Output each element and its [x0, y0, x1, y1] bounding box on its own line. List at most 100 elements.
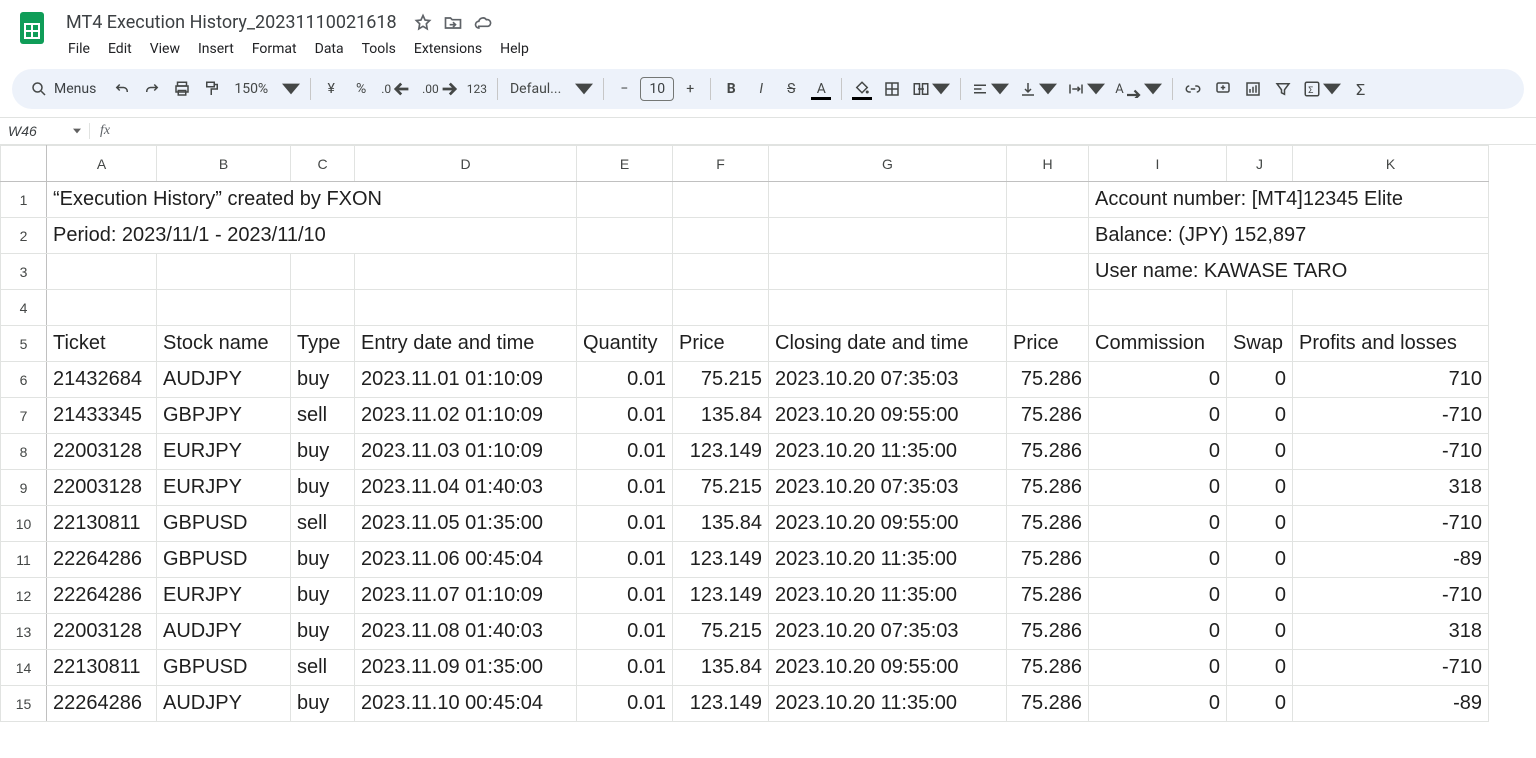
cell-E[interactable]: 0.01: [577, 542, 673, 578]
cell-B[interactable]: GBPUSD: [157, 542, 291, 578]
col-header-F[interactable]: F: [673, 146, 769, 182]
cell-A[interactable]: 21433345: [47, 398, 157, 434]
cell-B[interactable]: Stock name: [157, 326, 291, 362]
menu-data[interactable]: Data: [307, 37, 352, 61]
cell-I[interactable]: 0: [1089, 434, 1227, 470]
cell-I[interactable]: 0: [1089, 650, 1227, 686]
star-icon[interactable]: [413, 13, 433, 33]
cell-H[interactable]: Price: [1007, 326, 1089, 362]
menu-tools[interactable]: Tools: [354, 37, 404, 61]
cell-G[interactable]: 2023.10.20 11:35:00: [769, 578, 1007, 614]
insert-comment-button[interactable]: [1209, 75, 1237, 103]
cell-F[interactable]: 123.149: [673, 542, 769, 578]
cell-H[interactable]: [1007, 290, 1089, 326]
cell-K[interactable]: -710: [1293, 398, 1489, 434]
cell-G[interactable]: [769, 182, 1007, 218]
cell-G[interactable]: [769, 290, 1007, 326]
font-family-select[interactable]: Defaul...: [504, 75, 567, 103]
cell-username[interactable]: User name: KAWASE TARO: [1089, 254, 1489, 290]
cell-B[interactable]: AUDJPY: [157, 614, 291, 650]
filter-button[interactable]: [1269, 75, 1297, 103]
percent-button[interactable]: %: [347, 75, 375, 103]
cell-K[interactable]: -89: [1293, 542, 1489, 578]
row-header-6[interactable]: 6: [1, 362, 47, 398]
strikethrough-button[interactable]: S: [777, 75, 805, 103]
borders-button[interactable]: [878, 75, 906, 103]
cell-D[interactable]: [355, 290, 577, 326]
row-header-10[interactable]: 10: [1, 506, 47, 542]
menu-file[interactable]: File: [60, 37, 98, 61]
cell-G[interactable]: 2023.10.20 07:35:03: [769, 614, 1007, 650]
insert-link-button[interactable]: [1179, 75, 1207, 103]
row-header-8[interactable]: 8: [1, 434, 47, 470]
row-header-9[interactable]: 9: [1, 470, 47, 506]
font-size-input[interactable]: 10: [640, 77, 674, 101]
cell-B[interactable]: EURJPY: [157, 434, 291, 470]
sheets-logo[interactable]: [12, 8, 52, 48]
cell-G[interactable]: [769, 254, 1007, 290]
text-color-button[interactable]: A: [807, 75, 835, 103]
cell-D[interactable]: 2023.11.08 01:40:03: [355, 614, 577, 650]
row-header-14[interactable]: 14: [1, 650, 47, 686]
text-rotation-button[interactable]: A: [1111, 75, 1165, 103]
cell-J[interactable]: 0: [1227, 650, 1293, 686]
cell-K[interactable]: -710: [1293, 506, 1489, 542]
cell-A[interactable]: 22003128: [47, 434, 157, 470]
cell-F[interactable]: 135.84: [673, 506, 769, 542]
col-header-E[interactable]: E: [577, 146, 673, 182]
cell-I[interactable]: Commission: [1089, 326, 1227, 362]
cell-J[interactable]: 0: [1227, 434, 1293, 470]
cell-E[interactable]: [577, 218, 673, 254]
cell-C[interactable]: buy: [291, 614, 355, 650]
cell-B[interactable]: GBPUSD: [157, 506, 291, 542]
cell-C[interactable]: buy: [291, 686, 355, 722]
col-header-B[interactable]: B: [157, 146, 291, 182]
cell-H[interactable]: 75.286: [1007, 470, 1089, 506]
sigma-button[interactable]: Σ: [1347, 75, 1375, 103]
cell-H[interactable]: 75.286: [1007, 614, 1089, 650]
cell-B[interactable]: GBPUSD: [157, 650, 291, 686]
zoom-dropdown-icon[interactable]: [276, 75, 304, 103]
col-header-J[interactable]: J: [1227, 146, 1293, 182]
cell-B[interactable]: AUDJPY: [157, 362, 291, 398]
cell-G[interactable]: 2023.10.20 09:55:00: [769, 398, 1007, 434]
cell-K[interactable]: -710: [1293, 434, 1489, 470]
cell-H[interactable]: 75.286: [1007, 362, 1089, 398]
cell-J[interactable]: 0: [1227, 398, 1293, 434]
cell-J[interactable]: 0: [1227, 542, 1293, 578]
row-header-11[interactable]: 11: [1, 542, 47, 578]
menu-edit[interactable]: Edit: [100, 37, 140, 61]
merge-cells-button[interactable]: [908, 75, 954, 103]
cell-F[interactable]: [673, 182, 769, 218]
cell-D[interactable]: Entry date and time: [355, 326, 577, 362]
cell-C[interactable]: [291, 290, 355, 326]
insert-chart-button[interactable]: [1239, 75, 1267, 103]
cloud-status-icon[interactable]: [473, 13, 493, 33]
print-button[interactable]: [168, 75, 196, 103]
fill-color-button[interactable]: [848, 75, 876, 103]
col-header-I[interactable]: I: [1089, 146, 1227, 182]
cell-H[interactable]: 75.286: [1007, 578, 1089, 614]
cell-H[interactable]: 75.286: [1007, 650, 1089, 686]
cell-D[interactable]: 2023.11.05 01:35:00: [355, 506, 577, 542]
italic-button[interactable]: I: [747, 75, 775, 103]
row-header-7[interactable]: 7: [1, 398, 47, 434]
cell-I[interactable]: 0: [1089, 542, 1227, 578]
cell-G[interactable]: 2023.10.20 09:55:00: [769, 506, 1007, 542]
cell-D[interactable]: 2023.11.06 00:45:04: [355, 542, 577, 578]
cell-C[interactable]: buy: [291, 542, 355, 578]
cell-title[interactable]: “Execution History” created by FXON: [47, 182, 577, 218]
cell-J[interactable]: 0: [1227, 614, 1293, 650]
cell-H[interactable]: 75.286: [1007, 434, 1089, 470]
col-header-D[interactable]: D: [355, 146, 577, 182]
cell-D[interactable]: 2023.11.09 01:35:00: [355, 650, 577, 686]
search-menus-button[interactable]: Menus: [20, 76, 106, 102]
row-header-5[interactable]: 5: [1, 326, 47, 362]
paint-format-button[interactable]: [198, 75, 226, 103]
cell-E[interactable]: 0.01: [577, 398, 673, 434]
cell-K[interactable]: 318: [1293, 614, 1489, 650]
cell-C[interactable]: buy: [291, 578, 355, 614]
col-header-C[interactable]: C: [291, 146, 355, 182]
move-icon[interactable]: [443, 13, 463, 33]
cell-A[interactable]: 22130811: [47, 506, 157, 542]
